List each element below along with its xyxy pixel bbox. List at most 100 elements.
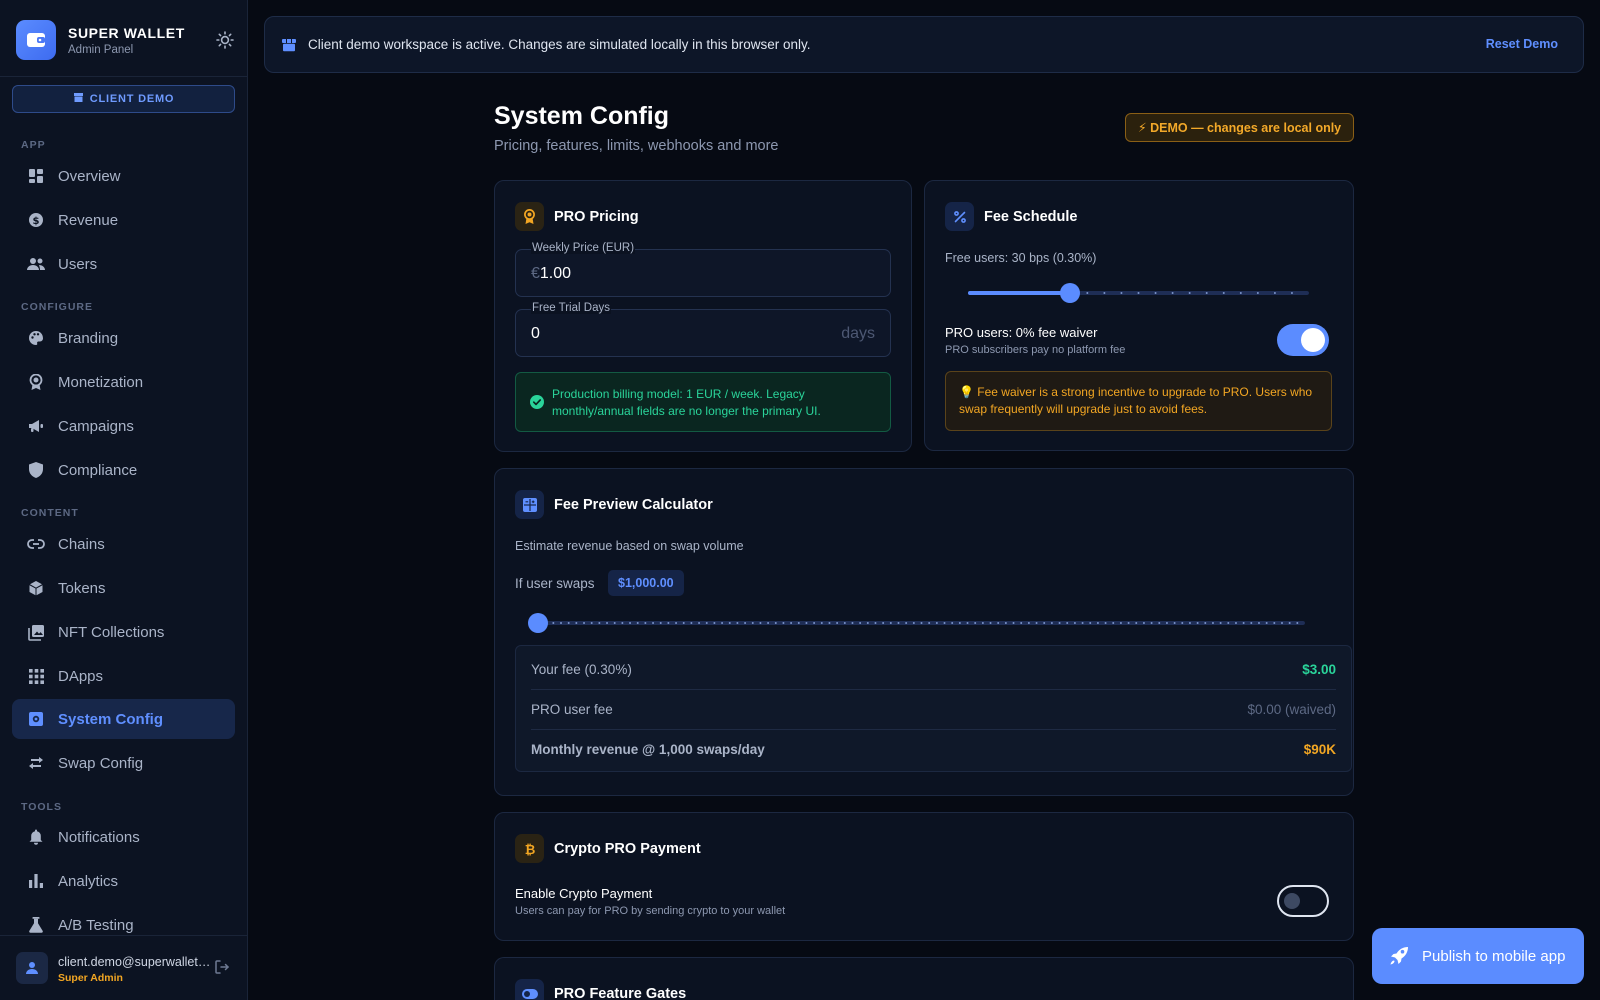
free-trial-days-field[interactable]: Free Trial Days 0 days — [515, 302, 891, 357]
slider-tick — [813, 622, 816, 624]
rocket-icon — [1388, 945, 1410, 967]
field-suffix: days — [841, 325, 875, 342]
slider-tick — [1250, 622, 1253, 624]
sidebar-item-users[interactable]: Users — [12, 244, 235, 284]
slider-tick — [552, 622, 555, 624]
slider-tick — [736, 622, 739, 624]
slider-tick — [1012, 622, 1015, 624]
store-icon — [73, 92, 84, 106]
field-label: Free Trial Days — [531, 302, 611, 314]
slider-thumb[interactable] — [1060, 283, 1081, 303]
sidebar-item-label: Compliance — [58, 461, 138, 479]
slider-tick — [1280, 622, 1283, 624]
section-label-configure: CONFIGURE — [21, 301, 93, 313]
sidebar-item-system-config[interactable]: System Config — [12, 699, 235, 739]
fee-calculator-card: Fee Preview Calculator Estimate revenue … — [494, 468, 1354, 796]
toggle-knob — [1284, 893, 1300, 909]
sidebar-item-compliance[interactable]: Compliance — [12, 450, 235, 490]
slider-tick — [1296, 622, 1299, 624]
pro-pricing-card: PRO Pricing Weekly Price (EUR) €1.00 Fre… — [494, 180, 912, 452]
swap-amount-label: If user swaps — [515, 576, 595, 591]
fee-row-value: $0.00 (waived) — [1247, 701, 1336, 717]
fee-row: Monthly revenue @ 1,000 swaps/day $90K — [531, 729, 1336, 769]
slider-tick — [1150, 622, 1153, 624]
slider-tick — [1137, 292, 1140, 294]
slider-tick — [1188, 622, 1191, 624]
dollar-icon: $ — [27, 211, 45, 229]
sidebar-divider — [0, 76, 248, 77]
demo-badge: ⚡ DEMO — changes are local only — [1125, 113, 1354, 142]
card-title: Fee Preview Calculator — [554, 496, 713, 513]
free-users-fee-slider[interactable] — [968, 283, 1309, 303]
slider-tick — [560, 622, 563, 624]
sidebar-item-chains[interactable]: Chains — [12, 524, 235, 564]
sidebar-item-analytics[interactable]: Analytics — [12, 861, 235, 901]
sidebar-item-branding[interactable]: Branding — [12, 318, 235, 358]
weekly-price-input[interactable]: 1.00 — [540, 265, 571, 282]
slider-fill — [968, 291, 1071, 295]
bell-icon — [27, 828, 45, 846]
slider-tick — [966, 622, 969, 624]
slider-tick — [1273, 292, 1276, 294]
publish-button[interactable]: Publish to mobile app — [1372, 928, 1584, 984]
slider-tick — [1227, 622, 1230, 624]
avatar[interactable] — [16, 952, 48, 984]
slider-tick — [1127, 622, 1130, 624]
pro-waiver-subtitle: PRO subscribers pay no platform fee — [945, 344, 1126, 356]
user-role: Super Admin — [58, 972, 123, 984]
slider-tick — [828, 622, 831, 624]
logout-icon[interactable] — [214, 959, 230, 980]
reset-demo-button[interactable]: Reset Demo — [1486, 37, 1558, 51]
slider-tick — [652, 622, 655, 624]
fee-row: Your fee (0.30%) $3.00 — [531, 649, 1336, 689]
sidebar-item-revenue[interactable]: $ Revenue — [12, 200, 235, 240]
weekly-price-field[interactable]: Weekly Price (EUR) €1.00 — [515, 242, 891, 297]
sidebar-item-swap-config[interactable]: Swap Config — [12, 743, 235, 783]
slider-tick — [1089, 622, 1092, 624]
free-trial-days-input[interactable]: 0 — [531, 325, 540, 343]
slider-tick — [1058, 622, 1061, 624]
swap-volume-slider[interactable] — [528, 613, 1305, 633]
card-title: Fee Schedule — [984, 208, 1078, 225]
sidebar-item-notifications[interactable]: Notifications — [12, 817, 235, 857]
sidebar-item-dapps[interactable]: DApps — [12, 656, 235, 696]
crypto-payment-title: Enable Crypto Payment — [515, 886, 653, 901]
slider-tick — [1196, 622, 1199, 624]
slider-tick — [644, 622, 647, 624]
slider-tick — [882, 622, 885, 624]
slider-tick — [728, 622, 731, 624]
fee-row-value: $90K — [1303, 741, 1336, 757]
slider-tick — [943, 622, 946, 624]
sidebar-item-label: Swap Config — [58, 754, 144, 772]
pro-waiver-toggle[interactable] — [1277, 324, 1329, 356]
slider-tick — [1035, 622, 1038, 624]
sidebar-item-tokens[interactable]: Tokens — [12, 568, 235, 608]
slider-tick — [774, 622, 777, 624]
sidebar-item-nft-collections[interactable]: NFT Collections — [12, 612, 235, 652]
users-icon — [27, 255, 45, 273]
sun-icon[interactable] — [214, 29, 236, 51]
slider-tick — [797, 622, 800, 624]
sidebar-item-overview[interactable]: Overview — [12, 156, 235, 196]
slider-tick — [1242, 622, 1245, 624]
slider-tick — [636, 622, 639, 624]
section-label-content: CONTENT — [21, 507, 79, 519]
demo-banner: Client demo workspace is active. Changes… — [264, 16, 1584, 73]
slider-tick — [1103, 292, 1106, 294]
check-circle-icon — [530, 395, 544, 414]
section-label-app: APP — [21, 139, 46, 151]
award-icon — [515, 202, 544, 231]
fee-schedule-card: Fee Schedule Free users: 30 bps (0.30%) … — [924, 180, 1354, 451]
page-title: System Config — [494, 102, 670, 130]
sidebar-item-label: Notifications — [58, 828, 140, 846]
slider-tick — [1073, 622, 1076, 624]
slider-tick — [1239, 292, 1242, 294]
fee-row-value: $3.00 — [1302, 661, 1336, 677]
crypto-payment-subtitle: Users can pay for PRO by sending crypto … — [515, 905, 786, 917]
sidebar-item-campaigns[interactable]: Campaigns — [12, 406, 235, 446]
client-demo-badge[interactable]: CLIENT DEMO — [12, 85, 235, 113]
crypto-payment-toggle[interactable] — [1277, 885, 1329, 917]
slider-thumb[interactable] — [528, 613, 548, 633]
slider-tick — [897, 622, 900, 624]
sidebar-item-monetization[interactable]: Monetization — [12, 362, 235, 402]
